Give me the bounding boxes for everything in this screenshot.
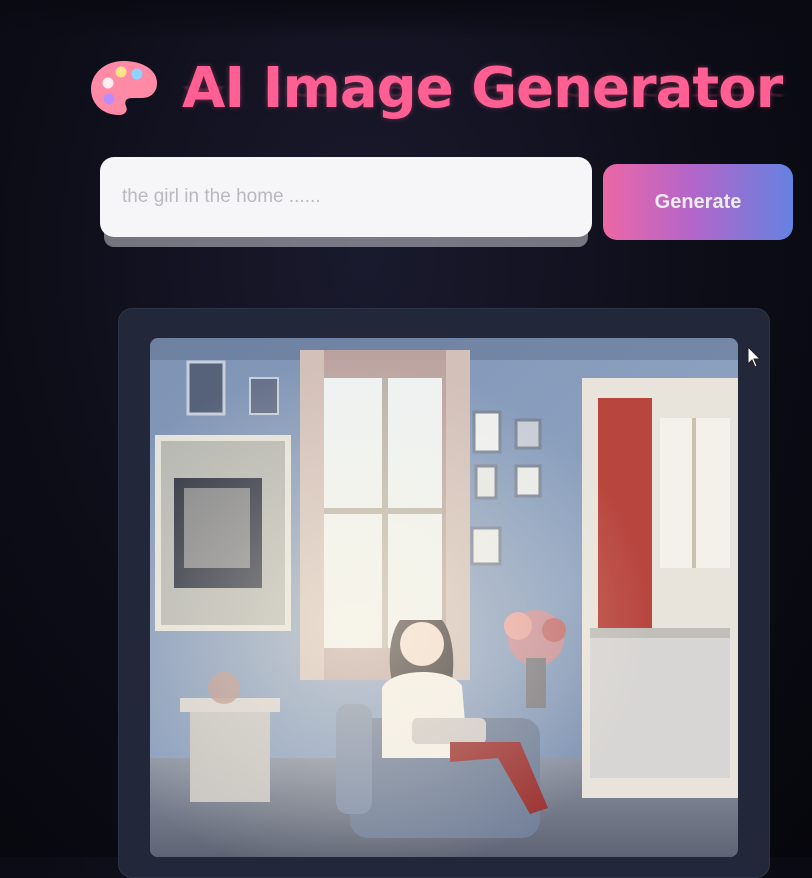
generate-button[interactable]: Generate	[603, 164, 793, 240]
title-reflection: AI Image Generator	[182, 81, 783, 104]
prompt-input[interactable]	[100, 157, 592, 237]
top-bar	[0, 0, 812, 40]
generated-image	[150, 338, 738, 857]
mouse-cursor-icon	[747, 346, 762, 368]
palette-icon	[91, 61, 157, 115]
